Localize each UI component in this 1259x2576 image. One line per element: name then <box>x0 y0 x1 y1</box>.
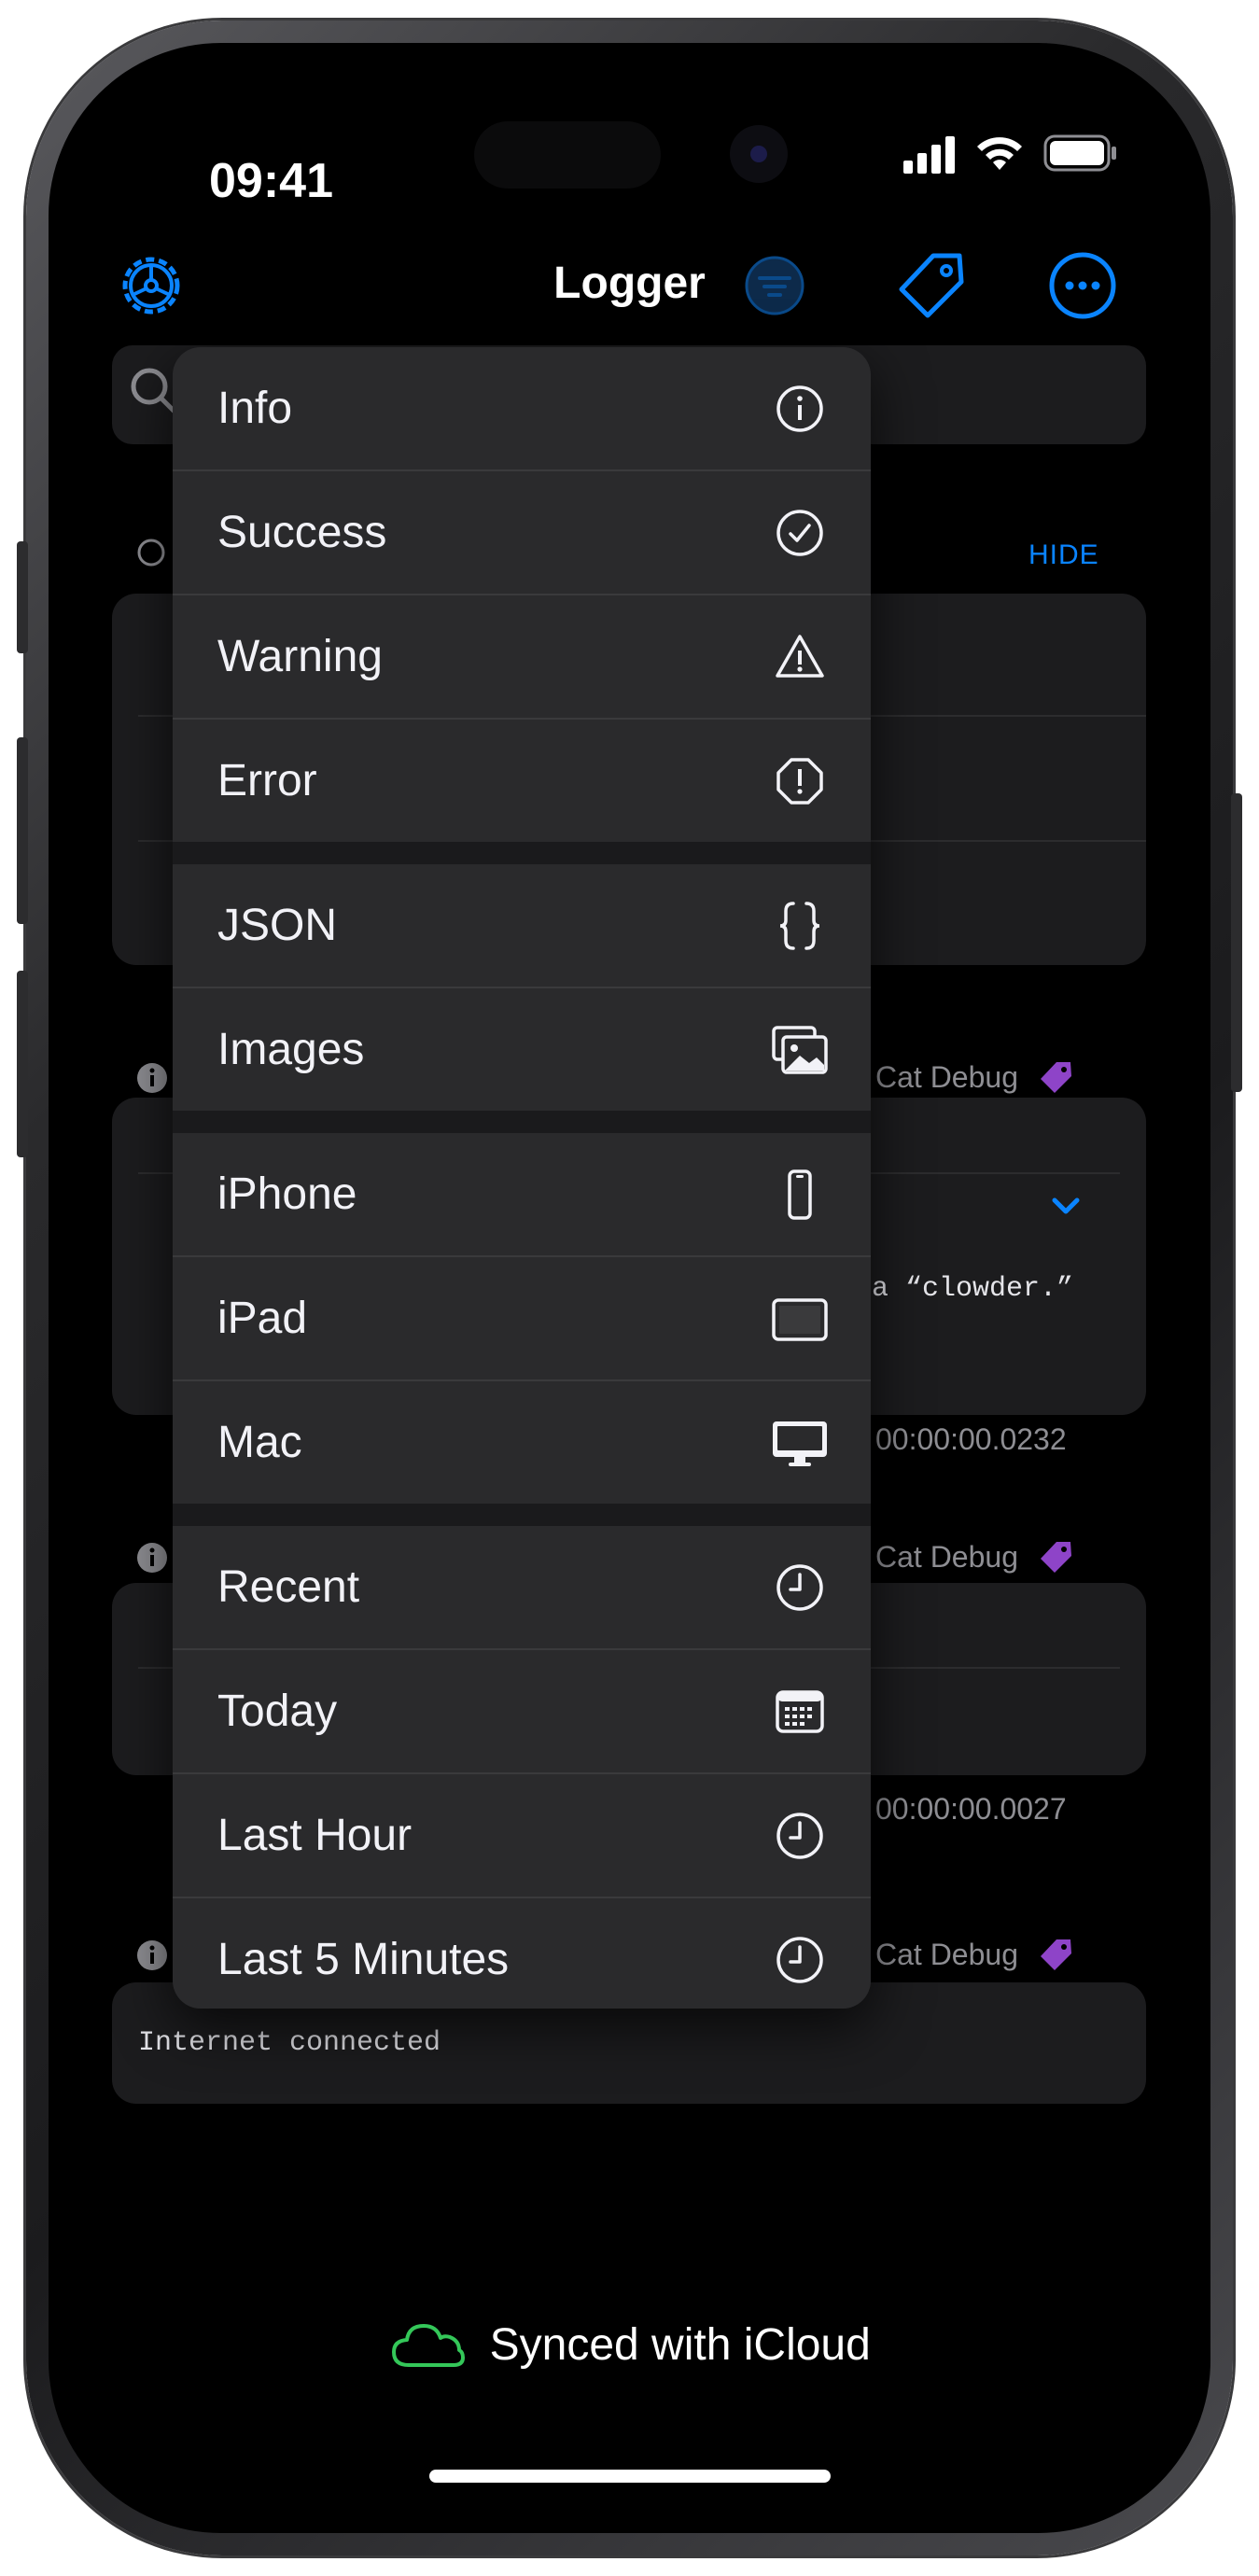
curly-braces-icon <box>779 902 820 950</box>
sync-status-text: Synced with iCloud <box>489 2319 871 2370</box>
desktop-icon <box>773 1421 827 1466</box>
menu-item-label: iPhone <box>217 1169 357 1219</box>
menu-item-label: Recent <box>217 1562 360 1612</box>
battery-icon <box>1043 134 1116 172</box>
calendar-icon <box>776 1690 824 1733</box>
power-button <box>1231 793 1242 1092</box>
cellular-signal-icon <box>903 136 955 174</box>
front-camera <box>730 125 788 183</box>
entry-duration: 00:00:00.0232 <box>875 1422 1067 1456</box>
menu-item-label: JSON <box>217 901 338 950</box>
category-tag-icon <box>1041 1939 1071 1970</box>
menu-item-recent[interactable]: Recent <box>173 1526 871 1648</box>
volume-up-button <box>17 737 28 924</box>
info-badge-icon <box>137 1940 167 1970</box>
info-badge-icon <box>137 1543 167 1573</box>
chevron-down-icon[interactable] <box>1047 1187 1084 1225</box>
menu-item-label: Success <box>217 508 387 557</box>
ipad-icon <box>772 1298 828 1341</box>
volume-down-button <box>17 971 28 1157</box>
entry-category: Cat Debug <box>875 1938 1018 1971</box>
menu-item-success[interactable]: Success <box>173 471 871 594</box>
menu-item-label: iPad <box>217 1294 308 1343</box>
sync-status: Synced with iCloud <box>49 2318 1210 2384</box>
log-message: Internet connected <box>138 2027 441 2059</box>
menu-item-label: Last 5 Minutes <box>217 1935 510 1984</box>
photos-icon <box>772 1026 828 1074</box>
wifi-icon <box>977 137 1022 170</box>
clock-icon <box>776 1564 823 1611</box>
screen: 09:41 Logger HIDE Cat Debug a “clowder.”… <box>49 43 1210 2533</box>
tag-icon[interactable] <box>896 250 967 321</box>
menu-item-last-5-minutes[interactable]: Last 5 Minutes <box>173 1898 871 2009</box>
menu-group-gap <box>173 1504 871 1526</box>
filter-icon[interactable] <box>743 254 806 317</box>
menu-item-mac[interactable]: Mac <box>173 1381 871 1504</box>
hide-section-button[interactable]: HIDE <box>1028 539 1099 571</box>
history-icon <box>137 539 165 567</box>
entry-category: Cat Debug <box>875 1540 1018 1574</box>
action-button <box>17 541 28 653</box>
error-octagon-icon <box>776 758 823 805</box>
menu-item-label: Images <box>217 1025 365 1074</box>
menu-item-label: Today <box>217 1687 338 1736</box>
menu-item-label: Error <box>217 756 317 805</box>
more-options-icon[interactable] <box>1047 250 1118 321</box>
info-circle-icon <box>776 385 823 432</box>
dynamic-island <box>474 121 661 189</box>
menu-item-info[interactable]: Info <box>173 347 871 469</box>
menu-group-gap <box>173 842 871 864</box>
menu-item-images[interactable]: Images <box>173 988 871 1111</box>
icloud-icon <box>392 2324 466 2367</box>
code-line-fragment: a “clowder.” <box>872 1273 1074 1305</box>
warning-triangle-icon <box>776 635 824 678</box>
menu-group-gap <box>173 1111 871 1133</box>
filter-dropdown-menu: Info Success Warning Error JSON Images i… <box>173 347 871 2009</box>
menu-item-json[interactable]: JSON <box>173 864 871 987</box>
status-time: 09:41 <box>209 154 333 208</box>
category-tag-icon <box>1041 1062 1071 1093</box>
menu-item-label: Info <box>217 384 293 433</box>
category-tag-icon <box>1041 1542 1071 1573</box>
menu-item-ipad[interactable]: iPad <box>173 1257 871 1379</box>
menu-item-warning[interactable]: Warning <box>173 595 871 718</box>
menu-item-error[interactable]: Error <box>173 720 871 842</box>
menu-item-label: Mac <box>217 1418 302 1467</box>
entry-duration: 00:00:00.0027 <box>875 1792 1067 1826</box>
menu-item-label: Last Hour <box>217 1811 413 1860</box>
clock-icon <box>776 1937 823 1983</box>
entry-category: Cat Debug <box>875 1060 1018 1094</box>
page-title: Logger <box>553 259 706 308</box>
checkmark-circle-icon <box>776 510 823 556</box>
menu-item-label: Warning <box>217 632 383 681</box>
iphone-icon <box>788 1169 812 1220</box>
menu-item-today[interactable]: Today <box>173 1650 871 1772</box>
clock-icon <box>776 1813 823 1859</box>
menu-item-iphone[interactable]: iPhone <box>173 1133 871 1255</box>
home-indicator[interactable] <box>429 2470 831 2483</box>
info-badge-icon <box>137 1063 167 1093</box>
menu-item-last-hour[interactable]: Last Hour <box>173 1774 871 1897</box>
